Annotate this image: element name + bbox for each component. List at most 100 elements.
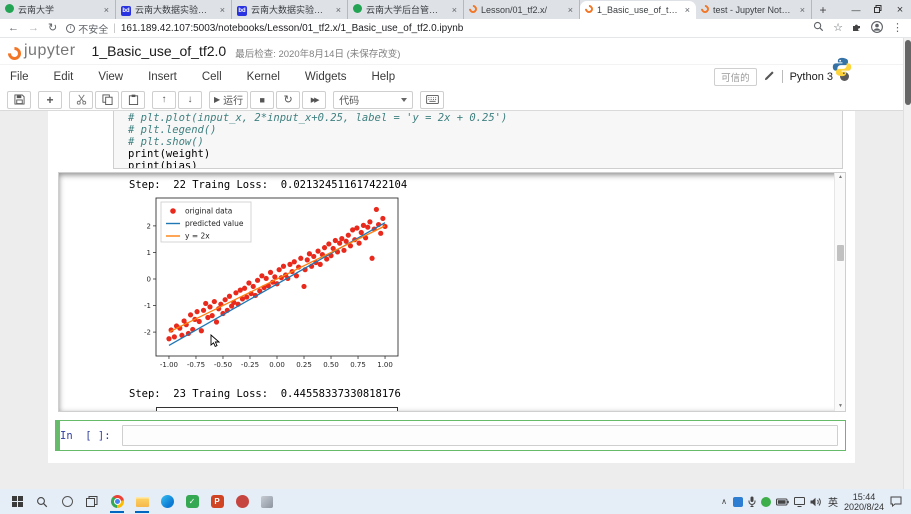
tab-close-icon[interactable]: × (219, 5, 226, 15)
output-scrollbar-thumb[interactable] (837, 245, 844, 261)
task-view-icon[interactable] (80, 489, 104, 514)
browser-tab-1[interactable]: 云南大学× (0, 0, 116, 19)
profile-avatar[interactable] (871, 21, 883, 36)
trusted-button[interactable]: 可信的 (714, 68, 757, 86)
browser-tab-5[interactable]: Lesson/01_tf2.x/× (464, 0, 580, 19)
url-field[interactable]: i 不安全 | 161.189.42.107:5003/notebooks/Le… (66, 21, 804, 36)
search-icon[interactable] (30, 489, 54, 514)
explorer-taskbar-icon[interactable] (130, 489, 154, 514)
celltype-dropdown[interactable]: 代码 (333, 91, 413, 109)
menu-cell[interactable]: Cell (202, 68, 222, 86)
stop-button[interactable]: ■ (250, 91, 274, 109)
notebook-title[interactable]: 1_Basic_use_of_tf2.0 (92, 43, 227, 59)
tray-blue-icon[interactable] (733, 497, 743, 507)
add-cell-button[interactable]: + (38, 91, 62, 109)
minimize-button[interactable]: — (845, 5, 867, 15)
tray-mic-icon[interactable] (748, 496, 756, 507)
tray-green-icon[interactable] (761, 497, 771, 507)
menu-insert[interactable]: Insert (148, 68, 177, 86)
edit-title-pencil-icon[interactable] (764, 68, 775, 86)
browser-tab-3[interactable]: bd云南大数据实验平台× (232, 0, 348, 19)
browser-tab-4[interactable]: 云南大学后台管理系统 × (348, 0, 464, 19)
browser-tab-7[interactable]: test - Jupyter Notebook× (696, 0, 812, 19)
menu-widgets[interactable]: Widgets (305, 68, 347, 86)
cell-code-input[interactable] (122, 425, 838, 446)
reload-icon[interactable]: ↻ (48, 23, 57, 34)
paste-button[interactable] (121, 91, 145, 109)
tray-battery-icon[interactable] (776, 498, 789, 506)
new-tab-button[interactable]: + (812, 0, 834, 19)
forward-icon[interactable]: → (28, 23, 39, 34)
restart-run-all-button[interactable]: ▶▶ (302, 91, 326, 109)
svg-text:-1: -1 (144, 302, 151, 310)
red-app-taskbar-icon[interactable] (230, 489, 254, 514)
tab-close-icon[interactable]: × (799, 5, 806, 15)
site-green-favicon (353, 4, 362, 15)
tab-title: 云南大学后台管理系统 (366, 3, 447, 16)
code-cell-input[interactable]: # plt.plot(input_x, 2*input_x+0.25, labe… (113, 111, 843, 169)
browser-tab-6[interactable]: 1_Basic_use_of_tf2.0 - Jupyter× (580, 1, 696, 19)
chrome-taskbar-icon[interactable] (105, 489, 129, 514)
run-button[interactable]: ▶运行 (209, 91, 248, 109)
tab-close-icon[interactable]: × (451, 5, 458, 15)
svg-text:-0.75: -0.75 (187, 361, 205, 369)
green-app-taskbar-icon[interactable]: ✓ (180, 489, 204, 514)
save-button[interactable] (7, 91, 31, 109)
menu-kernel[interactable]: Kernel (247, 68, 280, 86)
tray-icons-holder (733, 496, 822, 507)
svg-text:predicted value: predicted value (185, 219, 244, 228)
checkpoint-status: 最后检查: 2020年8月14日 (未保存改变) (235, 43, 400, 60)
menu-dots-icon[interactable]: ⋮ (892, 23, 903, 34)
jupyter-logo[interactable]: jupyter (8, 42, 76, 60)
tray-display-icon[interactable] (794, 497, 805, 507)
close-button[interactable]: × (889, 4, 911, 16)
extensions-icon[interactable] (852, 22, 862, 35)
move-up-button[interactable]: ↑ (152, 91, 176, 109)
chevron-down-icon (401, 98, 407, 102)
browser-scrollbar-thumb[interactable] (905, 40, 911, 105)
cut-button[interactable] (69, 91, 93, 109)
restart-button[interactable]: ↻ (276, 91, 300, 109)
svg-text:2: 2 (147, 222, 151, 230)
security-chip[interactable]: i 不安全 (66, 21, 108, 36)
action-center-icon[interactable] (890, 496, 902, 507)
tab-close-icon[interactable]: × (335, 5, 342, 15)
tab-close-icon[interactable]: × (684, 5, 691, 15)
tab-close-icon[interactable]: × (103, 5, 110, 15)
zoom-icon[interactable] (813, 21, 824, 35)
powerpoint-taskbar-icon[interactable]: P (205, 489, 229, 514)
tab-close-icon[interactable]: × (567, 5, 574, 15)
svg-text:0.75: 0.75 (350, 361, 366, 369)
notebook-toolbar: + ↑↓ ▶运行■↻▶▶ 代码 (0, 88, 911, 111)
volume-icon[interactable] (810, 497, 822, 507)
restore-button[interactable] (867, 5, 889, 15)
tray-chevron-up-icon[interactable]: ∧ (721, 497, 727, 506)
cortana-icon[interactable] (55, 489, 79, 514)
menu-file[interactable]: File (10, 68, 29, 86)
output-scrollbar[interactable]: ▲ ▼ (834, 173, 845, 411)
browser-page-scrollbar[interactable] (903, 38, 911, 489)
scroll-down-arrow[interactable]: ▼ (835, 402, 846, 411)
svg-text:0.00: 0.00 (269, 361, 285, 369)
output-scroll-area[interactable]: Step: 22 Traing Loss: 0.0213245116174221… (58, 172, 846, 412)
language-indicator[interactable]: 英 (828, 494, 838, 509)
site-green-favicon (5, 4, 14, 15)
svg-text:original data: original data (185, 207, 232, 216)
scroll-up-arrow[interactable]: ▲ (835, 173, 846, 182)
empty-code-cell[interactable]: In [ ]: (55, 420, 846, 451)
menu-help[interactable]: Help (371, 68, 395, 86)
move-down-button[interactable]: ↓ (178, 91, 202, 109)
menu-edit[interactable]: Edit (54, 68, 74, 86)
taskbar-clock[interactable]: 15:44 2020/8/24 (844, 492, 884, 512)
svg-text:0.25: 0.25 (296, 361, 312, 369)
tabs-holder: 云南大学×bd云南大数据实验平台×bd云南大数据实验平台×云南大学后台管理系统×… (0, 0, 812, 19)
gray-app-taskbar-icon[interactable] (255, 489, 279, 514)
browser-tab-2[interactable]: bd云南大数据实验平台× (116, 0, 232, 19)
bookmark-star-icon[interactable]: ☆ (833, 23, 843, 34)
command-palette-button[interactable] (420, 91, 444, 109)
edge-taskbar-icon[interactable] (155, 489, 179, 514)
back-icon[interactable]: ← (8, 23, 19, 34)
menu-view[interactable]: View (98, 68, 123, 86)
start-button[interactable] (5, 489, 29, 514)
copy-button[interactable] (95, 91, 119, 109)
